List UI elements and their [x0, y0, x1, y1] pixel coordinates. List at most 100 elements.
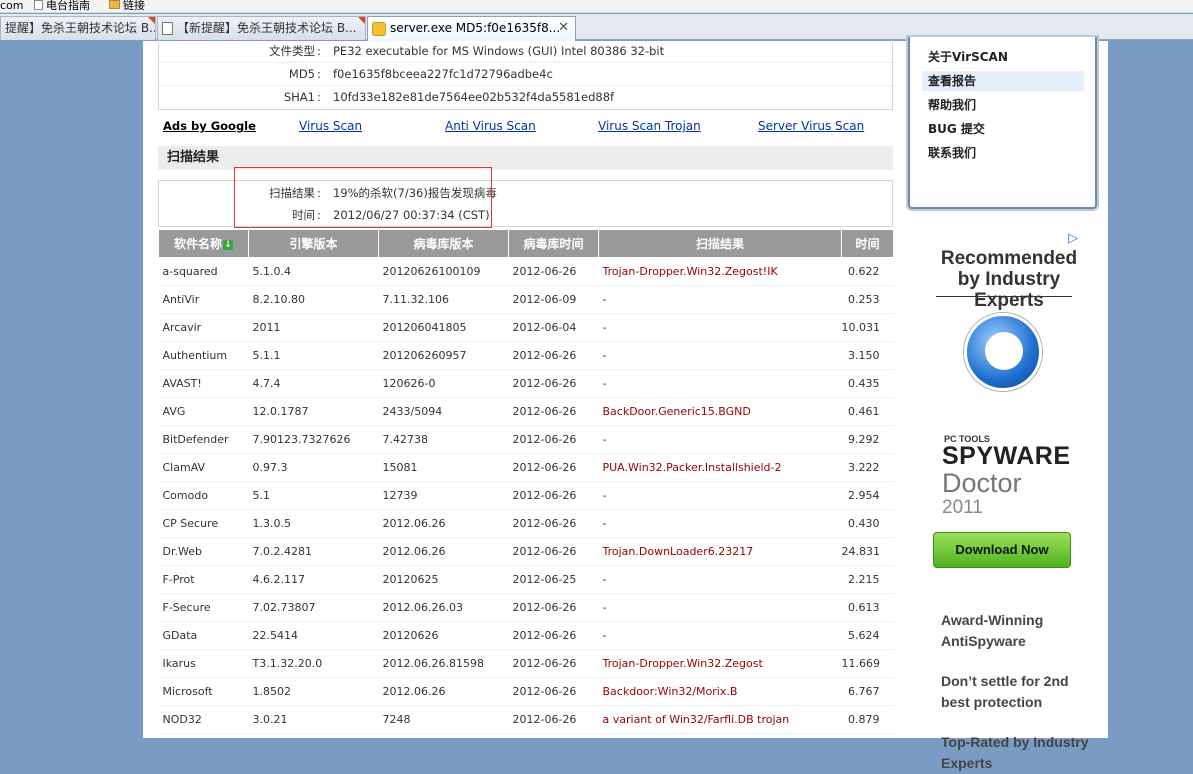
cell-db-date: 2012-06-26	[508, 705, 599, 734]
notification-corner-icon	[358, 17, 365, 24]
cell-db-version: 201206041805	[378, 313, 509, 342]
cell-db-date: 2012-06-26	[508, 509, 599, 538]
cell-engine: T3.1.32.20.0	[248, 649, 379, 678]
cell-result: -	[598, 341, 842, 370]
close-icon[interactable]: ✕	[558, 17, 569, 39]
ad-brand-doctor: Doctor	[942, 468, 1022, 498]
cell-db-date: 2012-06-26	[508, 453, 599, 482]
download-now-button[interactable]: Download Now	[933, 532, 1071, 568]
table-row: F-Prot 4.6.2.117 20120625 2012-06-25-2.215	[158, 565, 894, 594]
cell-engine: 0.97.3	[248, 453, 379, 482]
table-row: Microsoft 1.8502 2012.06.26 2012-06-26 Backd…	[158, 677, 894, 706]
cell-db-version: 2012.06.26	[378, 677, 509, 706]
cell-software: Dr.Web	[158, 537, 249, 566]
table-row: Authentium 5.1.1 201206260957 2012-06-26-3.…	[158, 341, 894, 370]
folder-icon	[109, 0, 120, 9]
cell-db-date: 2012-06-26	[508, 537, 599, 566]
table-row: Arcavir 2011 201206041805 2012-06-04-10.031	[158, 313, 894, 342]
spyware-doctor-ad[interactable]: ▷ Recommended by Industry Experts PC TOO…	[906, 226, 1108, 771]
cell-db-version: 7.11.32.106	[378, 285, 509, 314]
cell-db-date: 2012-06-26	[508, 369, 599, 398]
cell-software: AVG	[158, 397, 249, 426]
ad-feature-1: Award-Winning AntiSpyware	[941, 612, 1044, 649]
tab-forum-2[interactable]: 【新提醒】免杀王朝技术论坛 B...	[157, 16, 366, 40]
menu-item-contact[interactable]: 联系我们	[922, 143, 1084, 163]
favorite-item-label: 链接	[123, 0, 145, 12]
cell-software: AntiVir	[158, 285, 249, 314]
column-header-engine: 引擎版本	[248, 229, 379, 258]
cell-time: 6.767	[841, 677, 894, 706]
ad-link-anti-virus-scan[interactable]: Anti Virus Scan	[445, 119, 536, 133]
cell-db-version: 2012.06.26	[378, 537, 509, 566]
site-favicon-icon	[372, 21, 386, 36]
tab-label: server.exe MD5:f0e1635f8...	[390, 21, 561, 35]
cell-engine: 7.02.73807	[248, 593, 379, 622]
favorite-item-links[interactable]: 链接	[109, 0, 145, 11]
cell-engine: 1.8502	[248, 677, 379, 706]
cell-time: 3.222	[841, 453, 894, 482]
cell-time: 10.031	[841, 313, 894, 342]
cell-result: Trojan-Dropper.Win32.Zegost!IK	[598, 257, 842, 286]
cell-db-date: 2012-06-09	[508, 285, 599, 314]
cell-engine: 2011	[248, 313, 379, 342]
menu-item-about[interactable]: 关于VirSCAN	[922, 47, 1084, 67]
cell-db-date: 2012-06-04	[508, 313, 599, 342]
menu-item-help-us[interactable]: 帮助我们	[922, 95, 1084, 115]
table-row: NOD32 3.0.21 7248 2012-06-26 a variant of Wi…	[158, 705, 894, 734]
cell-result: -	[598, 565, 842, 594]
favorite-item-radio[interactable]: 电台指南	[34, 0, 90, 11]
md5-row: MD5 : f0e1635f8bceea227fc1d72796adbe4c	[159, 63, 894, 86]
cell-result: PUA.Win32.Packer.Installshield-2	[598, 453, 842, 482]
table-row: F-Secure 7.02.73807 2012.06.26.03 2012-06-2…	[158, 593, 894, 622]
ad-choices-icon[interactable]: ▷	[1068, 231, 1078, 246]
md5-value: f0e1635f8bceea227fc1d72796adbe4c	[333, 67, 553, 81]
page-icon	[162, 22, 173, 35]
cell-db-date: 2012-06-26	[508, 593, 599, 622]
cell-engine: 4.7.4	[248, 369, 379, 398]
cell-db-version: 20120626	[378, 621, 509, 650]
cell-db-date: 2012-06-26	[508, 257, 599, 286]
cell-engine: 1.3.0.5	[248, 509, 379, 538]
cell-engine: 4.6.2.117	[248, 565, 379, 594]
tab-scan-report[interactable]: server.exe MD5:f0e1635f8... ✕	[367, 16, 576, 41]
table-row: GData 22.5414 20120626 2012-06-26-5.624	[158, 621, 894, 650]
column-header-software[interactable]: 软件名称 ↓	[158, 229, 249, 258]
ad-link-virus-scan[interactable]: Virus Scan	[299, 119, 362, 133]
table-row: AntiVir 8.2.10.80 7.11.32.106 2012-06-09-0.…	[158, 285, 894, 314]
ad-feature-2: Don’t settle for 2nd best protection	[941, 673, 1069, 710]
ad-link-server-virus-scan[interactable]: Server Virus Scan	[758, 119, 864, 133]
cell-result: -	[598, 425, 842, 454]
notification-corner-icon	[148, 17, 155, 24]
cell-time: 0.430	[841, 509, 894, 538]
cell-time: 0.622	[841, 257, 894, 286]
cell-time: 0.253	[841, 285, 894, 314]
cell-db-date: 2012-06-25	[508, 565, 599, 594]
table-row: AVAST! 4.7.4 120626-0 2012-06-26-0.435	[158, 369, 894, 398]
cell-db-version: 7248	[378, 705, 509, 734]
cell-db-version: 15081	[378, 453, 509, 482]
menu-item-bug-report[interactable]: BUG 提交	[922, 119, 1084, 139]
cell-engine: 22.5414	[248, 621, 379, 650]
cell-db-date: 2012-06-26	[508, 649, 599, 678]
ads-by-google-link[interactable]: Ads by Google	[163, 119, 256, 133]
page-icon	[34, 0, 43, 10]
cell-result: -	[598, 481, 842, 510]
spyware-doctor-logo-icon	[964, 313, 1042, 391]
ads-bar: Ads by Google Virus Scan Anti Virus Scan…	[163, 119, 893, 137]
ad-link-virus-scan-trojan[interactable]: Virus Scan Trojan	[598, 119, 701, 133]
table-row: Comodo 5.1 12739 2012-06-26-2.954	[158, 481, 894, 510]
menu-item-view-report[interactable]: 查看报告	[922, 71, 1084, 91]
cell-result: -	[598, 285, 842, 314]
sort-arrow-icon[interactable]: ↓	[223, 239, 233, 250]
cell-db-version: 2012.06.26	[378, 509, 509, 538]
table-row: Dr.Web 7.0.2.4281 2012.06.26 2012-06-26 Troj…	[158, 537, 894, 566]
column-header-result: 扫描结果	[598, 229, 842, 258]
column-header-db-date: 病毒库时间	[508, 229, 599, 258]
cell-db-version: 2433/5094	[378, 397, 509, 426]
cell-time: 24.831	[841, 537, 894, 566]
cell-db-version: 201206260957	[378, 341, 509, 370]
md5-label: MD5	[288, 67, 315, 81]
tab-forum-1[interactable]: 提醒】免杀王朝技术论坛 B...	[0, 16, 156, 40]
cell-software: F-Secure	[158, 593, 249, 622]
logo-inner	[985, 332, 1023, 370]
